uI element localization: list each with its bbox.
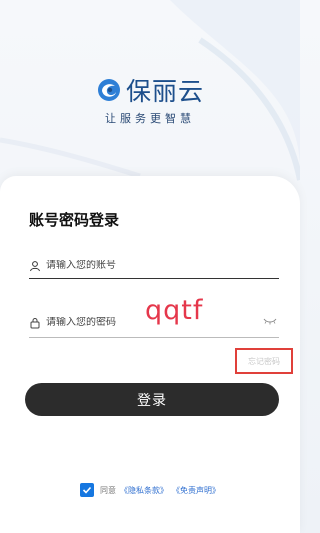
agree-text: 同意 xyxy=(100,485,116,495)
login-card: 账号密码登录 qqtf 忘记密码 登录 同意 《隐私条款》 《免责声明》 xyxy=(0,176,300,533)
handwritten-annotation: qqtf xyxy=(145,295,204,326)
user-icon xyxy=(30,260,40,271)
account-field xyxy=(29,253,279,279)
login-button[interactable]: 登录 xyxy=(25,383,279,416)
forgot-password-label: 忘记密码 xyxy=(248,356,280,366)
logo: 保丽云 xyxy=(0,72,300,108)
agree-checkbox[interactable] xyxy=(80,483,94,497)
checkmark-icon xyxy=(82,486,92,494)
agreement-row: 同意 《隐私条款》 《免责声明》 xyxy=(80,483,220,497)
brand-name: 保丽云 xyxy=(125,77,204,106)
eye-closed-icon[interactable] xyxy=(263,317,277,325)
forgot-password-link[interactable]: 忘记密码 xyxy=(235,348,293,374)
form-title: 账号密码登录 xyxy=(29,211,120,229)
disclaimer-link[interactable]: 《免责声明》 xyxy=(172,485,220,496)
brand-slogan: 让服务更智慧 xyxy=(105,112,195,125)
password-input[interactable] xyxy=(46,317,236,328)
privacy-policy-link[interactable]: 《隐私条款》 xyxy=(120,485,168,496)
logo-swirl-icon xyxy=(97,79,120,101)
account-input[interactable] xyxy=(46,260,236,271)
lock-icon xyxy=(30,317,40,328)
brand-header: 保丽云 让服务更智慧 xyxy=(0,72,300,126)
